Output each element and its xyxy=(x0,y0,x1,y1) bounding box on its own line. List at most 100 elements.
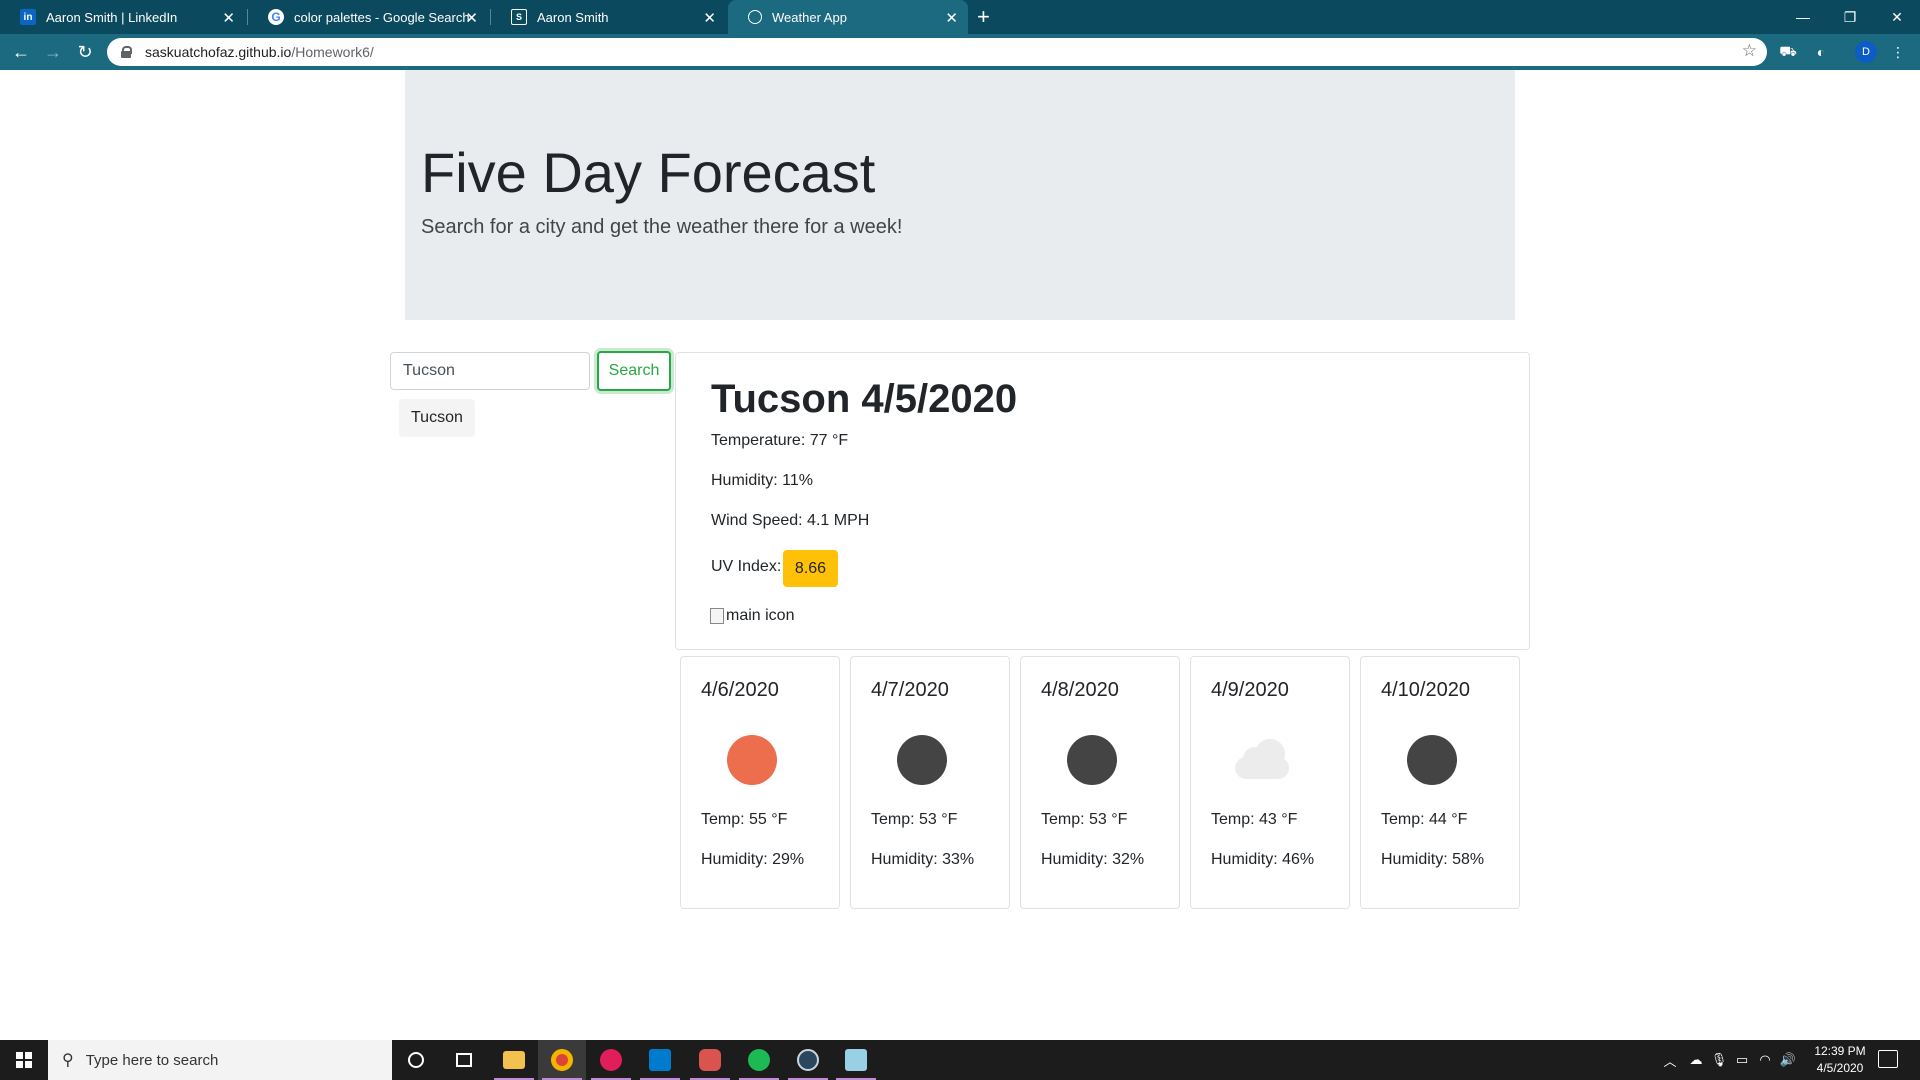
new-tab-button[interactable]: + xyxy=(977,4,990,30)
app-icon[interactable] xyxy=(832,1040,880,1080)
search-button[interactable]: Search xyxy=(597,351,671,391)
forecast-card: 4/7/2020 Temp: 53 °F Humidity: 33% xyxy=(850,656,1010,909)
jumbotron: Five Day Forecast Search for a city and … xyxy=(405,70,1515,320)
forecast-date: 4/7/2020 xyxy=(871,679,949,701)
vscode-icon[interactable] xyxy=(636,1040,684,1080)
tab-google-search[interactable]: G color palettes - Google Search ✕ xyxy=(248,0,488,34)
windows-logo-icon xyxy=(16,1052,32,1068)
window-close-button[interactable]: ✕ xyxy=(1874,0,1920,34)
forecast-temp: Temp: 53 °F xyxy=(871,811,958,828)
forecast-card: 4/10/2020 Temp: 44 °F Humidity: 58% xyxy=(1360,656,1520,909)
chrome-icon[interactable] xyxy=(538,1040,586,1080)
forecast-humidity: Humidity: 33% xyxy=(871,851,975,868)
main-weather-icon: main icon xyxy=(710,607,794,625)
menu-icon[interactable]: ⋮ xyxy=(1888,42,1908,62)
current-temperature: Temperature: 77 °F xyxy=(711,432,849,449)
spotify-icon[interactable] xyxy=(735,1040,783,1080)
steam-icon[interactable] xyxy=(784,1040,832,1080)
forecast-date: 4/8/2020 xyxy=(1041,679,1119,701)
uv-index-badge: 8.66 xyxy=(783,550,838,587)
main-icon-alt-text: main icon xyxy=(726,607,795,624)
tray-overflow-icon[interactable]: ︿ xyxy=(1660,1040,1680,1080)
dark-circle-icon xyxy=(1067,735,1117,785)
forecast-temp: Temp: 44 °F xyxy=(1381,811,1468,828)
forecast-card: 4/6/2020 Temp: 55 °F Humidity: 29% xyxy=(680,656,840,909)
tab-aaron-smith[interactable]: S Aaron Smith ✕ xyxy=(491,0,726,34)
minimize-button[interactable]: — xyxy=(1780,0,1826,34)
task-view-icon[interactable] xyxy=(440,1040,488,1080)
forecast-humidity: Humidity: 46% xyxy=(1211,851,1315,868)
linkedin-icon: in xyxy=(20,9,36,25)
forecast-date: 4/6/2020 xyxy=(701,679,779,701)
sun-icon xyxy=(727,735,777,785)
tab-linkedin[interactable]: in Aaron Smith | LinkedIn ✕ xyxy=(0,0,245,34)
forecast-temp: Temp: 55 °F xyxy=(701,811,788,828)
wifi-icon[interactable]: ◠ xyxy=(1754,1040,1776,1080)
forecast-humidity: Humidity: 58% xyxy=(1381,851,1485,868)
file-explorer-icon[interactable] xyxy=(490,1040,538,1080)
battery-icon[interactable]: ▭ xyxy=(1731,1040,1753,1080)
forecast-temp: Temp: 53 °F xyxy=(1041,811,1128,828)
forward-icon[interactable]: → xyxy=(42,41,64,63)
cloud-icon xyxy=(1231,739,1293,779)
dark-circle-icon xyxy=(897,735,947,785)
browser-toolbar: ← → ↻ saskuatchofaz.github.io/Homework6/… xyxy=(0,34,1920,70)
search-history-item[interactable]: Tucson xyxy=(399,399,475,437)
cortana-icon[interactable] xyxy=(392,1040,440,1080)
system-clock[interactable]: 12:39 PM 4/5/2020 xyxy=(1800,1043,1880,1077)
current-city-heading: Tucson 4/5/2020 xyxy=(711,377,1018,421)
restore-button[interactable]: ❐ xyxy=(1827,0,1873,34)
lock-icon xyxy=(121,46,132,58)
dark-circle-icon xyxy=(1407,735,1457,785)
start-button[interactable] xyxy=(0,1040,48,1080)
browser-tab-bar: in Aaron Smith | LinkedIn ✕ G color pale… xyxy=(0,0,1920,34)
tab-weather-app[interactable]: Weather App ✕ xyxy=(728,0,968,34)
page-subtitle: Search for a city and get the weather th… xyxy=(421,216,903,238)
close-icon[interactable]: ✕ xyxy=(703,9,716,27)
forecast-temp: Temp: 43 °F xyxy=(1211,811,1298,828)
close-icon[interactable]: ✕ xyxy=(222,9,235,27)
taskbar-search[interactable]: ⚲ Type here to search xyxy=(48,1040,392,1080)
back-icon[interactable]: ← xyxy=(10,41,32,63)
notification-center-icon[interactable] xyxy=(1878,1050,1898,1068)
close-icon[interactable]: ✕ xyxy=(465,9,478,27)
current-wind-speed: Wind Speed: 4.1 MPH xyxy=(711,512,870,529)
onedrive-icon[interactable]: ☁ xyxy=(1685,1040,1707,1080)
tab-label: Aaron Smith | LinkedIn xyxy=(46,9,178,25)
globe-icon xyxy=(748,10,762,24)
tab-label: Weather App xyxy=(772,9,847,25)
current-weather-card: Tucson 4/5/2020 Temperature: 77 °F Humid… xyxy=(675,352,1530,650)
volume-icon[interactable]: 🔊 xyxy=(1777,1040,1799,1080)
windows-taskbar: ⚲ Type here to search ︿ ☁ 🎙 ▭ ◠ 🔊 12:39 … xyxy=(0,1040,1920,1080)
tab-label: Aaron Smith xyxy=(537,9,609,25)
page-title: Five Day Forecast xyxy=(421,141,876,204)
forecast-date: 4/10/2020 xyxy=(1381,679,1470,701)
google-icon: G xyxy=(268,9,284,25)
forecast-humidity: Humidity: 29% xyxy=(701,851,805,868)
taskbar-search-placeholder: Type here to search xyxy=(85,1051,219,1069)
url-text: saskuatchofaz.github.io/Homework6/ xyxy=(145,44,374,60)
profile-avatar[interactable]: D xyxy=(1855,41,1877,63)
current-humidity: Humidity: 11% xyxy=(711,472,813,489)
microphone-icon[interactable]: 🎙 xyxy=(1708,1040,1730,1080)
forecast-card: 4/8/2020 Temp: 53 °F Humidity: 32% xyxy=(1020,656,1180,909)
extension-shield-icon[interactable]: ◐ xyxy=(1811,42,1831,62)
search-icon: ⚲ xyxy=(62,1052,74,1069)
broken-image-icon xyxy=(710,608,724,624)
extension-icon[interactable]: ⛟ xyxy=(1778,42,1798,62)
clock-time: 12:39 PM xyxy=(1814,1044,1866,1058)
forecast-card: 4/9/2020 Temp: 43 °F Humidity: 46% xyxy=(1190,656,1350,909)
site-icon: S xyxy=(511,9,527,25)
forecast-humidity: Humidity: 32% xyxy=(1041,851,1145,868)
city-search-input[interactable]: Tucson xyxy=(390,352,590,390)
slack-icon[interactable] xyxy=(587,1040,635,1080)
uv-index-label: UV Index: xyxy=(711,558,782,575)
forecast-date: 4/9/2020 xyxy=(1211,679,1289,701)
address-bar[interactable]: saskuatchofaz.github.io/Homework6/ ☆ xyxy=(107,38,1767,66)
close-icon[interactable]: ✕ xyxy=(945,9,958,27)
clock-date: 4/5/2020 xyxy=(1816,1061,1864,1075)
messaging-app-icon[interactable] xyxy=(686,1040,734,1080)
reload-icon[interactable]: ↻ xyxy=(74,41,96,63)
bookmark-star-icon[interactable]: ☆ xyxy=(1742,41,1757,61)
tab-label: color palettes - Google Search xyxy=(294,9,470,25)
